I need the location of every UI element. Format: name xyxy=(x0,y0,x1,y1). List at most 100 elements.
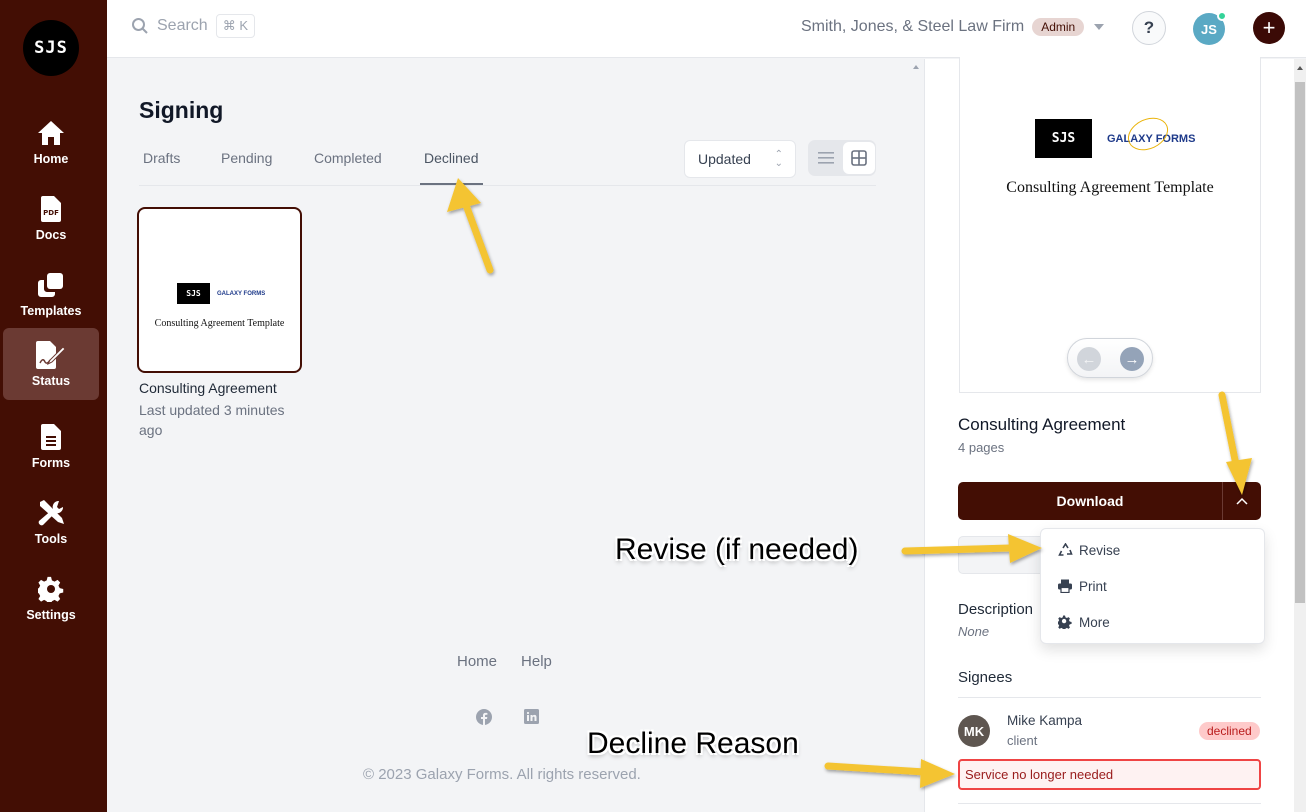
menu-item-label: Print xyxy=(1079,578,1107,594)
sidebar: SJS Home PDF Docs Templates Status Forms xyxy=(0,0,107,812)
menu-item-more[interactable]: More xyxy=(1057,614,1110,630)
templates-icon xyxy=(36,270,66,300)
sidebar-item-tools[interactable]: Tools xyxy=(3,486,99,558)
download-options-toggle[interactable] xyxy=(1222,482,1261,520)
recycle-icon xyxy=(1057,542,1073,558)
page-navigator: ← → xyxy=(1067,338,1153,378)
download-options-menu: Revise Print More xyxy=(1040,528,1265,644)
download-button-group: Download xyxy=(958,482,1261,520)
description-label: Description xyxy=(958,601,1034,618)
organization-switcher[interactable]: Smith, Jones, & Steel Law Firm Admin xyxy=(801,18,1105,36)
user-avatar[interactable]: JS xyxy=(1193,11,1227,45)
document-thumbnail-title: Consulting Agreement Template xyxy=(154,318,285,329)
sjs-logo[interactable]: SJS xyxy=(23,20,79,76)
view-toggle xyxy=(808,140,876,176)
form-file-icon xyxy=(36,422,66,452)
sidebar-item-forms[interactable]: Forms xyxy=(3,410,99,482)
sidebar-item-docs[interactable]: PDF Docs xyxy=(3,182,99,254)
home-icon xyxy=(36,118,66,148)
document-thumbnail-logos: SJS GALAXY FORMS xyxy=(177,283,265,304)
divider xyxy=(958,803,1261,804)
document-name[interactable]: Consulting Agreement xyxy=(139,380,277,396)
galaxy-forms-logo: GALAXY FORMS xyxy=(1107,132,1196,145)
document-preview: SJS GALAXY FORMS Consulting Agreement Te… xyxy=(959,57,1261,393)
panel-scrollbar[interactable] xyxy=(1294,59,1306,812)
tools-icon xyxy=(36,498,66,528)
sidebar-item-label: Docs xyxy=(35,228,67,242)
signee-status-badge: declined xyxy=(1199,722,1260,740)
menu-item-label: Revise xyxy=(1079,542,1121,558)
list-icon xyxy=(818,152,834,164)
sjs-logo: SJS xyxy=(1035,119,1092,158)
preview-logos: SJS GALAXY FORMS xyxy=(1035,119,1195,158)
signature-icon xyxy=(36,340,66,370)
decline-reason: Service no longer needed xyxy=(958,759,1261,790)
description-value: None xyxy=(958,624,990,639)
sidebar-item-templates[interactable]: Templates xyxy=(3,258,99,330)
sidebar-item-settings[interactable]: Settings xyxy=(3,562,99,634)
sidebar-item-label: Status xyxy=(31,374,71,388)
galaxy-forms-logo: GALAXY FORMS xyxy=(217,290,266,297)
tab-drafts[interactable]: Drafts xyxy=(143,150,180,166)
user-initials: JS xyxy=(1201,21,1217,37)
document-card[interactable]: SJS GALAXY FORMS Consulting Agreement Te… xyxy=(137,207,302,373)
footer-copyright: © 2023 Galaxy Forms. All rights reserved… xyxy=(363,766,641,783)
tab-completed[interactable]: Completed xyxy=(314,150,382,166)
sidebar-item-label: Forms xyxy=(31,456,71,470)
page-count: 4 pages xyxy=(958,440,1005,455)
active-tab-indicator xyxy=(420,183,483,185)
add-button[interactable]: + xyxy=(1253,12,1285,44)
arrow-right-icon: → xyxy=(1124,350,1140,368)
main-content: Signing Drafts Pending Completed Decline… xyxy=(107,59,924,812)
previous-page-button[interactable]: ← xyxy=(1077,347,1101,371)
sidebar-item-status[interactable]: Status xyxy=(3,328,99,400)
tab-declined[interactable]: Declined xyxy=(424,150,478,166)
tab-pending[interactable]: Pending xyxy=(221,150,272,166)
preview-title: Consulting Agreement Template xyxy=(1006,179,1214,196)
sidebar-item-label: Templates xyxy=(20,304,82,318)
sort-select[interactable]: Updated ⌃ ⌄ xyxy=(684,140,796,178)
menu-item-print[interactable]: Print xyxy=(1057,578,1107,594)
help-button[interactable]: ? xyxy=(1132,11,1166,45)
grid-icon xyxy=(851,150,867,166)
scroll-up-arrow-icon[interactable] xyxy=(1297,66,1303,70)
divider xyxy=(958,697,1261,698)
printer-icon xyxy=(1057,578,1073,594)
grid-view-button[interactable] xyxy=(843,142,875,174)
gear-icon xyxy=(1057,614,1073,630)
footer-social xyxy=(476,709,539,725)
document-updated: Last updated 3 minutes ago xyxy=(139,402,285,438)
footer-link-home[interactable]: Home xyxy=(457,653,497,670)
menu-item-revise[interactable]: Revise xyxy=(1057,542,1120,558)
download-button[interactable]: Download xyxy=(958,482,1222,520)
chevron-up-down-icon: ⌃ ⌄ xyxy=(774,149,783,169)
chevron-up-icon xyxy=(1236,497,1248,505)
sidebar-item-label: Home xyxy=(33,152,69,166)
search-input[interactable]: Search ⌘ K xyxy=(131,14,255,38)
sidebar-item-home[interactable]: Home xyxy=(3,106,99,178)
scroll-up-arrow-icon[interactable] xyxy=(913,65,919,69)
list-view-button[interactable] xyxy=(810,142,842,174)
search-shortcut: ⌘ K xyxy=(215,14,255,38)
sidebar-item-label: Tools xyxy=(34,532,68,546)
top-bar: Search ⌘ K Smith, Jones, & Steel Law Fir… xyxy=(107,0,1306,58)
page-title: Signing xyxy=(139,97,224,123)
svg-text:PDF: PDF xyxy=(43,209,59,217)
search-placeholder: Search xyxy=(157,17,208,34)
scrollbar-thumb[interactable] xyxy=(1295,82,1305,603)
pdf-file-icon: PDF xyxy=(36,194,66,224)
next-page-button[interactable]: → xyxy=(1120,347,1144,371)
role-badge: Admin xyxy=(1032,18,1085,36)
signee-role: client xyxy=(1007,733,1038,748)
signee-name: Mike Kampa xyxy=(1007,713,1083,728)
gear-icon xyxy=(36,574,66,604)
sort-selected-value: Updated xyxy=(698,151,751,167)
secondary-button[interactable] xyxy=(958,536,1048,574)
sidebar-item-label: Settings xyxy=(26,608,76,622)
linkedin-icon[interactable] xyxy=(524,709,539,724)
firm-name: Smith, Jones, & Steel Law Firm xyxy=(801,18,1025,35)
online-status-dot xyxy=(1217,11,1227,21)
search-icon xyxy=(132,18,148,34)
facebook-icon[interactable] xyxy=(476,709,492,725)
footer-link-help[interactable]: Help xyxy=(521,653,552,670)
